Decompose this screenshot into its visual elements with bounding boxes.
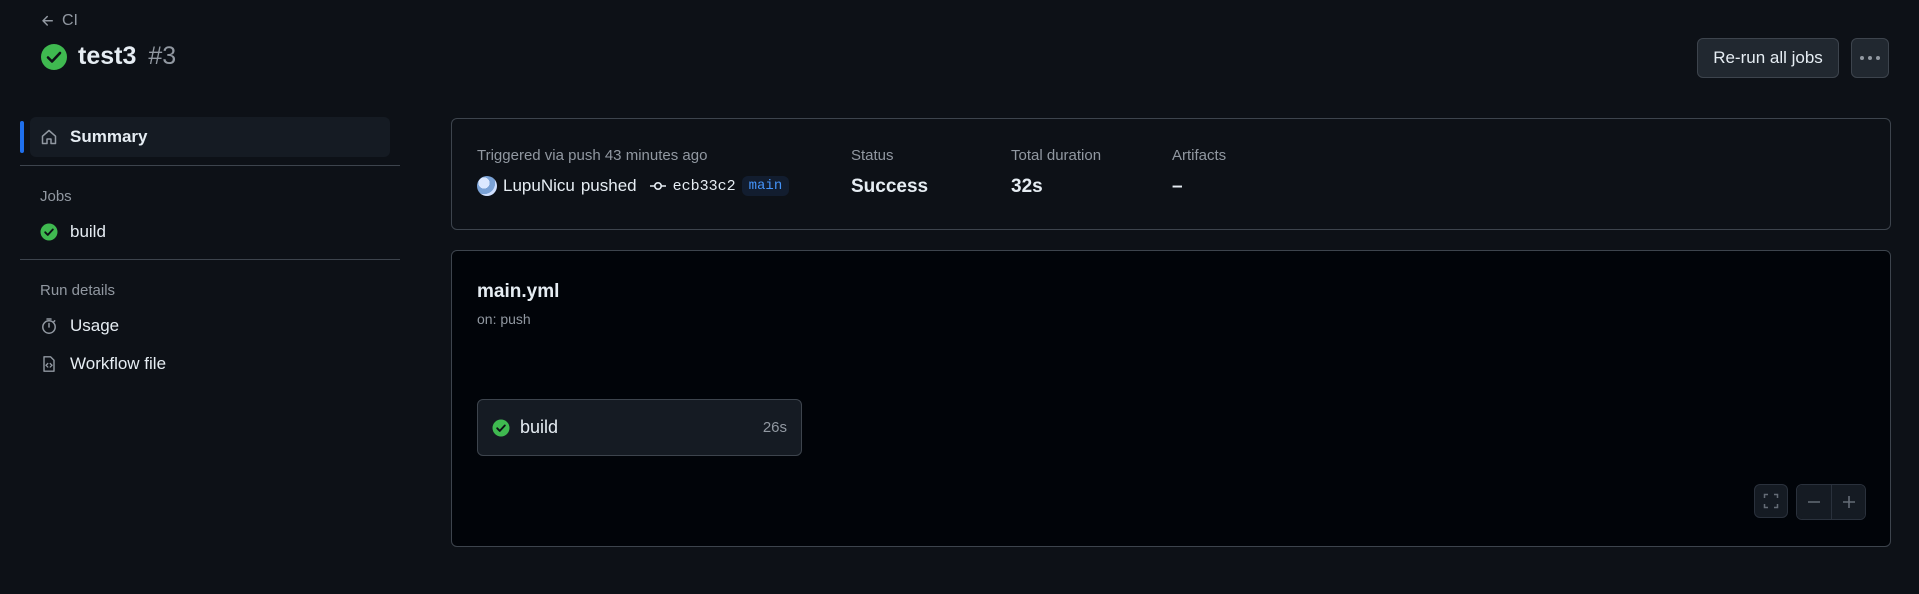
- fullscreen-button[interactable]: [1754, 484, 1788, 518]
- workflow-file-name: main.yml: [477, 281, 560, 302]
- arrow-left-icon: [42, 15, 53, 26]
- rerun-all-jobs-button[interactable]: Re-run all jobs: [1697, 38, 1839, 78]
- run-title: test3: [78, 42, 137, 70]
- trigger-details: LupuNicu pushed ecb33c2 main: [477, 176, 790, 196]
- artifacts-column: Artifacts –: [1172, 147, 1226, 198]
- home-icon: [41, 129, 57, 145]
- zoom-out-button[interactable]: [1797, 485, 1831, 519]
- job-duration: 26s: [762, 419, 787, 436]
- commit-sha-link[interactable]: ecb33c2: [673, 178, 736, 195]
- sidebar-item-workflow-file[interactable]: Workflow file: [20, 345, 400, 383]
- artifacts-label: Artifacts: [1172, 147, 1227, 164]
- duration-column: Total duration 32s: [1011, 147, 1101, 198]
- divider: [20, 259, 400, 260]
- trigger-label: Triggered via push 43 minutes ago: [477, 147, 708, 164]
- job-name: build: [520, 417, 559, 437]
- run-title-row: test3 #3: [40, 42, 176, 71]
- workflow-graph-card: main.yml on: push build 26s: [451, 250, 1891, 547]
- job-node-build[interactable]: build 26s: [477, 399, 802, 456]
- fullscreen-icon: [1763, 493, 1779, 509]
- status-label: Status: [851, 147, 894, 164]
- duration-value: 32s: [1011, 176, 1043, 197]
- run-details-heading: Run details: [40, 282, 116, 299]
- success-check-icon: [492, 419, 510, 436]
- stopwatch-icon: [42, 318, 56, 334]
- workflow-trigger: on: push: [477, 311, 531, 327]
- kebab-dot: [1860, 56, 1864, 60]
- status-column: Status Success: [851, 147, 928, 198]
- sidebar-item-label: Summary: [70, 127, 148, 146]
- run-number: #3: [148, 42, 177, 70]
- plus-icon: [1842, 496, 1855, 508]
- sidebar-item-label: Workflow file: [70, 354, 167, 373]
- kebab-dot: [1868, 56, 1872, 60]
- actor-link[interactable]: LupuNicu: [503, 176, 575, 196]
- jobs-heading: Jobs: [40, 188, 72, 205]
- top-actions: Re-run all jobs: [1697, 38, 1889, 78]
- zoom-in-button[interactable]: [1831, 485, 1865, 519]
- zoom-button-group: [1796, 484, 1866, 520]
- git-commit-icon: [649, 182, 666, 191]
- duration-label: Total duration: [1011, 147, 1102, 164]
- back-link-label: CI: [62, 12, 78, 29]
- artifacts-value: –: [1172, 176, 1183, 197]
- sidebar: Summary Jobs build Run details Usage Wor…: [20, 117, 400, 383]
- success-check-icon: [41, 43, 67, 70]
- file-code-icon: [43, 356, 55, 372]
- minus-icon: [1808, 501, 1820, 503]
- sidebar-item-label: build: [70, 222, 106, 241]
- more-options-button[interactable]: [1851, 38, 1889, 78]
- run-summary-card: Triggered via push 43 minutes ago LupuNi…: [451, 118, 1891, 230]
- trigger-action: pushed: [580, 176, 637, 195]
- trigger-column: Triggered via push 43 minutes ago LupuNi…: [477, 147, 790, 196]
- success-check-icon: [40, 223, 58, 241]
- sidebar-item-build[interactable]: build: [20, 213, 400, 251]
- sidebar-item-summary[interactable]: Summary: [20, 117, 390, 157]
- sidebar-item-usage[interactable]: Usage: [20, 307, 400, 345]
- status-value: Success: [851, 176, 929, 197]
- avatar[interactable]: [477, 176, 497, 196]
- sidebar-item-label: Usage: [70, 316, 120, 335]
- branch-label[interactable]: main: [741, 176, 790, 196]
- divider: [20, 165, 400, 166]
- zoom-controls: [1754, 484, 1866, 520]
- kebab-dot: [1876, 56, 1880, 60]
- back-link[interactable]: CI: [40, 12, 78, 30]
